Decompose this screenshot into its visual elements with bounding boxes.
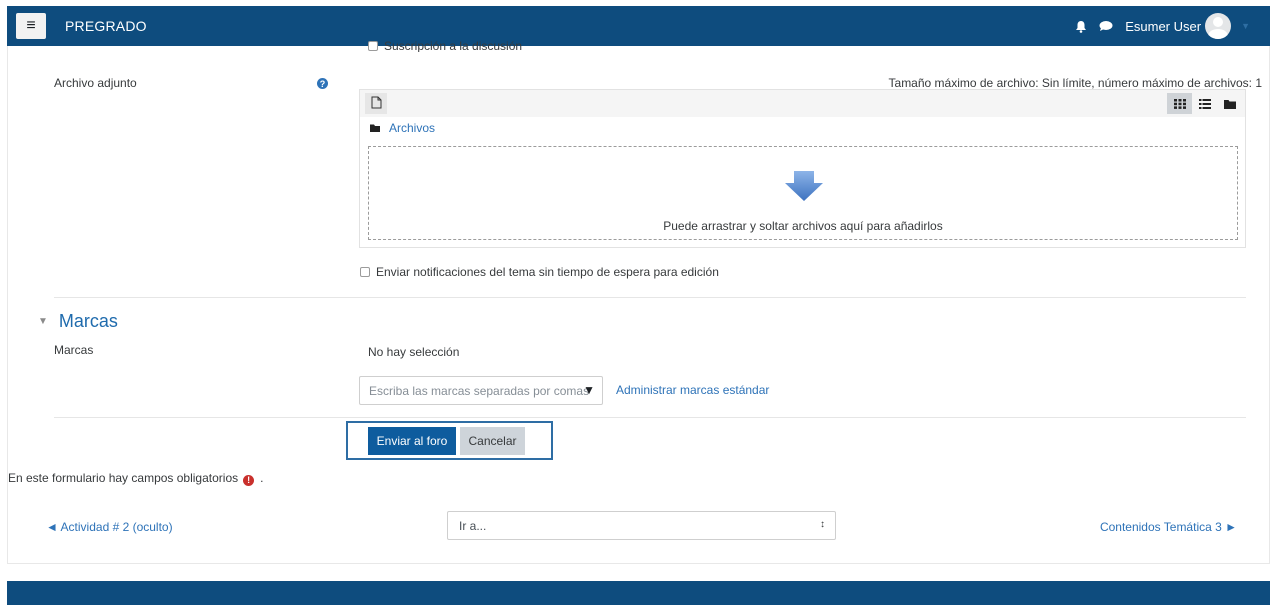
dropzone-text: Puede arrastrar y soltar archivos aquí p… (663, 219, 943, 233)
required-note-text: En este formulario hay campos obligatori… (8, 471, 239, 485)
collapse-caret-icon: ▼ (38, 316, 48, 327)
file-breadcrumb: Archivos (370, 121, 435, 135)
subscription-checkbox-label: Suscripción a la discusión (384, 39, 523, 52)
folder-icon (370, 124, 380, 132)
file-icon (371, 96, 382, 112)
file-manager: Archivos Puede arrastrar y soltar archiv… (359, 89, 1246, 248)
user-menu-caret-icon[interactable]: ▼ (1241, 21, 1250, 31)
dropdown-arrow-icon[interactable]: ▼ (583, 383, 595, 397)
top-navbar: ≡ PREGRADO Esumer User ▼ (7, 6, 1270, 46)
manage-tags-link[interactable]: Administrar marcas estándar (616, 383, 769, 397)
page-footer (7, 581, 1270, 605)
file-manager-toolbar (360, 90, 1245, 117)
submit-button[interactable]: Enviar al foro (368, 427, 456, 455)
bell-icon[interactable] (1075, 20, 1087, 33)
jump-to-value: Ir a... (459, 518, 487, 533)
list-icon (1198, 98, 1211, 109)
notify-checkbox-label: Enviar notificaciones del tema sin tiemp… (376, 265, 719, 279)
user-menu-name[interactable]: Esumer User (1125, 19, 1201, 34)
view-icons-button[interactable] (1167, 93, 1192, 114)
prev-activity-link[interactable]: ◄ Actividad # 2 (oculto) (46, 520, 173, 534)
site-brand[interactable]: PREGRADO (65, 18, 147, 34)
jump-to-select[interactable]: Ir a... ↕ (447, 511, 836, 540)
subscription-checkbox[interactable] (368, 41, 378, 51)
hamburger-menu-button[interactable]: ≡ (16, 13, 46, 39)
select-updown-icon: ↕ (820, 519, 825, 530)
hamburger-icon: ≡ (26, 17, 36, 34)
tags-label: Marcas (54, 343, 94, 357)
file-dropzone[interactable]: Puede arrastrar y soltar archivos aquí p… (368, 146, 1238, 240)
tags-input[interactable]: Escriba las marcas separadas por comas ▼ (359, 376, 603, 405)
user-avatar[interactable] (1205, 13, 1232, 39)
notify-checkbox[interactable] (360, 267, 370, 277)
tags-input-placeholder: Escriba las marcas separadas por comas (369, 383, 590, 398)
cancel-button[interactable]: Cancelar (460, 427, 525, 455)
subscription-checkbox-row: Suscripción a la discusión (368, 39, 522, 52)
main-content: Suscripción a la discusión Archivo adjun… (7, 39, 1270, 564)
required-fields-note: En este formulario hay campos obligatori… (8, 471, 263, 486)
help-icon[interactable]: ? (317, 78, 328, 89)
view-mode-group (1167, 93, 1242, 114)
notify-checkbox-row: Enviar notificaciones del tema sin tiemp… (360, 265, 719, 279)
folder-icon (1223, 99, 1236, 109)
files-folder-link[interactable]: Archivos (389, 121, 435, 135)
grid-icon (1173, 98, 1186, 109)
view-tree-button[interactable] (1217, 93, 1242, 114)
navbar-user-area: Esumer User ▼ (1075, 6, 1250, 46)
tags-section-header[interactable]: ▼ Marcas (38, 311, 118, 332)
chat-bubble-icon[interactable] (1099, 20, 1113, 32)
view-list-button[interactable] (1192, 93, 1217, 114)
add-file-button[interactable] (365, 93, 387, 114)
tags-section-title: Marcas (58, 311, 118, 331)
section-divider (54, 297, 1246, 298)
required-note-suffix: . (260, 471, 264, 485)
attachment-label: Archivo adjunto (54, 76, 137, 90)
next-activity-link[interactable]: Contenidos Temática 3 ► (1100, 520, 1237, 534)
tags-no-selection: No hay selección (368, 345, 460, 359)
down-arrow-icon (785, 171, 823, 204)
attachment-limits-text: Tamaño máximo de archivo: Sin límite, nú… (888, 76, 1262, 90)
section-divider (54, 417, 1246, 418)
required-icon: ! (243, 474, 255, 486)
